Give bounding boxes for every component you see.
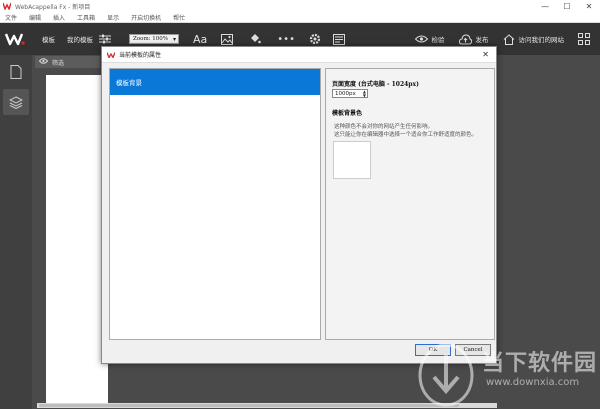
app-logo-icon	[3, 2, 11, 10]
canvas-page[interactable]	[46, 75, 108, 405]
menu-insert[interactable]: 插入	[53, 13, 65, 22]
app-logo-icon	[107, 51, 115, 58]
zoom-select[interactable]: Zoom: 100% ▾	[129, 34, 179, 44]
page-settings-icon[interactable]	[332, 33, 345, 45]
menu-file[interactable]: 文件	[5, 13, 17, 22]
menu-toolbox[interactable]: 工具箱	[77, 13, 95, 22]
page-width-input[interactable]: 1000px ▲ ▼	[332, 89, 368, 98]
gear-icon[interactable]	[309, 33, 321, 45]
watermark-text: 当下软件园	[482, 351, 598, 376]
more-dots-icon[interactable]: •••	[277, 34, 295, 45]
bg-color-heading: 模板背景色	[332, 110, 363, 117]
layers-icon[interactable]	[3, 89, 29, 115]
dialog-title: 当前模板的属性	[119, 52, 162, 59]
scrollbar-thumb[interactable]	[39, 404, 459, 407]
paint-bucket-icon[interactable]	[249, 33, 262, 45]
my-template-button[interactable]: 我的模板	[67, 34, 93, 44]
menu-view[interactable]: 显示	[107, 13, 119, 22]
zoom-value: Zoom: 100%	[133, 36, 168, 42]
brand-logo-icon	[0, 32, 30, 46]
eye-icon[interactable]	[414, 35, 428, 43]
bg-color-description-1: 这种颜色不会对你的网站产生任何影响。	[334, 124, 434, 130]
publish-button[interactable]: 发布	[476, 34, 489, 44]
close-icon[interactable]: ✕	[482, 50, 489, 59]
filter-tab-label: 筛选	[52, 59, 65, 67]
watermark-url: www.downxia.com	[486, 377, 580, 388]
watermark: 当下软件园 www.downxia.com	[416, 343, 600, 409]
menu-switch[interactable]: 开启切换机	[131, 13, 161, 22]
house-icon[interactable]	[503, 33, 515, 45]
minimize-button[interactable]: —	[534, 0, 556, 12]
bg-color-description-2: 这只能让你在编辑器中选择一个适合你工作舒适度的颜色。	[334, 132, 478, 138]
maximize-button[interactable]: ☐	[556, 0, 578, 12]
page-width-heading: 页面宽度 (台式电脑 - 1024px)	[332, 81, 419, 88]
sliders-icon[interactable]	[99, 34, 111, 44]
close-window-button[interactable]: ✕	[578, 0, 600, 12]
text-style-button[interactable]: Aa	[193, 33, 207, 46]
filter-tab[interactable]: 筛选	[35, 56, 100, 68]
connections-icon[interactable]	[578, 33, 590, 45]
title-bar: WebAcappella Fx - 新项目 — ☐ ✕	[0, 0, 600, 12]
menu-bar: 文件 编辑 插入 工具箱 显示 开启切换机 帮忙	[0, 12, 600, 23]
template-properties-dialog: 当前模板的属性 ✕ 模板背景 页面宽度 (台式电脑 - 1024px) 1000…	[101, 46, 497, 364]
template-button[interactable]: 模板	[42, 34, 55, 44]
menu-help[interactable]: 帮忙	[173, 13, 185, 22]
menu-edit[interactable]: 编辑	[29, 13, 41, 22]
page-width-value: 1000px	[335, 90, 356, 97]
visit-website-button[interactable]: 访问我们的网站	[519, 34, 565, 44]
spinner-icon[interactable]: ▲ ▼	[363, 90, 366, 98]
window-title: WebAcappella Fx - 新项目	[15, 3, 91, 11]
property-panel: 页面宽度 (台式电脑 - 1024px) 1000px ▲ ▼ 模板背景色 这种颜…	[325, 68, 495, 340]
dialog-titlebar: 当前模板的属性 ✕	[102, 47, 496, 63]
dialog-body: 模板背景 页面宽度 (台式电脑 - 1024px) 1000px ▲ ▼ 模板背景…	[107, 67, 495, 340]
watermark-logo-icon	[418, 343, 474, 407]
check-button[interactable]: 检验	[432, 34, 445, 44]
page-icon[interactable]	[3, 59, 29, 85]
left-sidebar	[0, 55, 32, 409]
list-item-template-background[interactable]: 模板背景	[110, 69, 320, 95]
cloud-upload-icon[interactable]	[458, 33, 472, 45]
properties-list: 模板背景	[109, 68, 321, 340]
eye-icon	[38, 58, 49, 66]
image-icon[interactable]	[221, 33, 234, 45]
chevron-down-icon: ▾	[172, 36, 176, 43]
color-swatch[interactable]	[333, 141, 371, 179]
